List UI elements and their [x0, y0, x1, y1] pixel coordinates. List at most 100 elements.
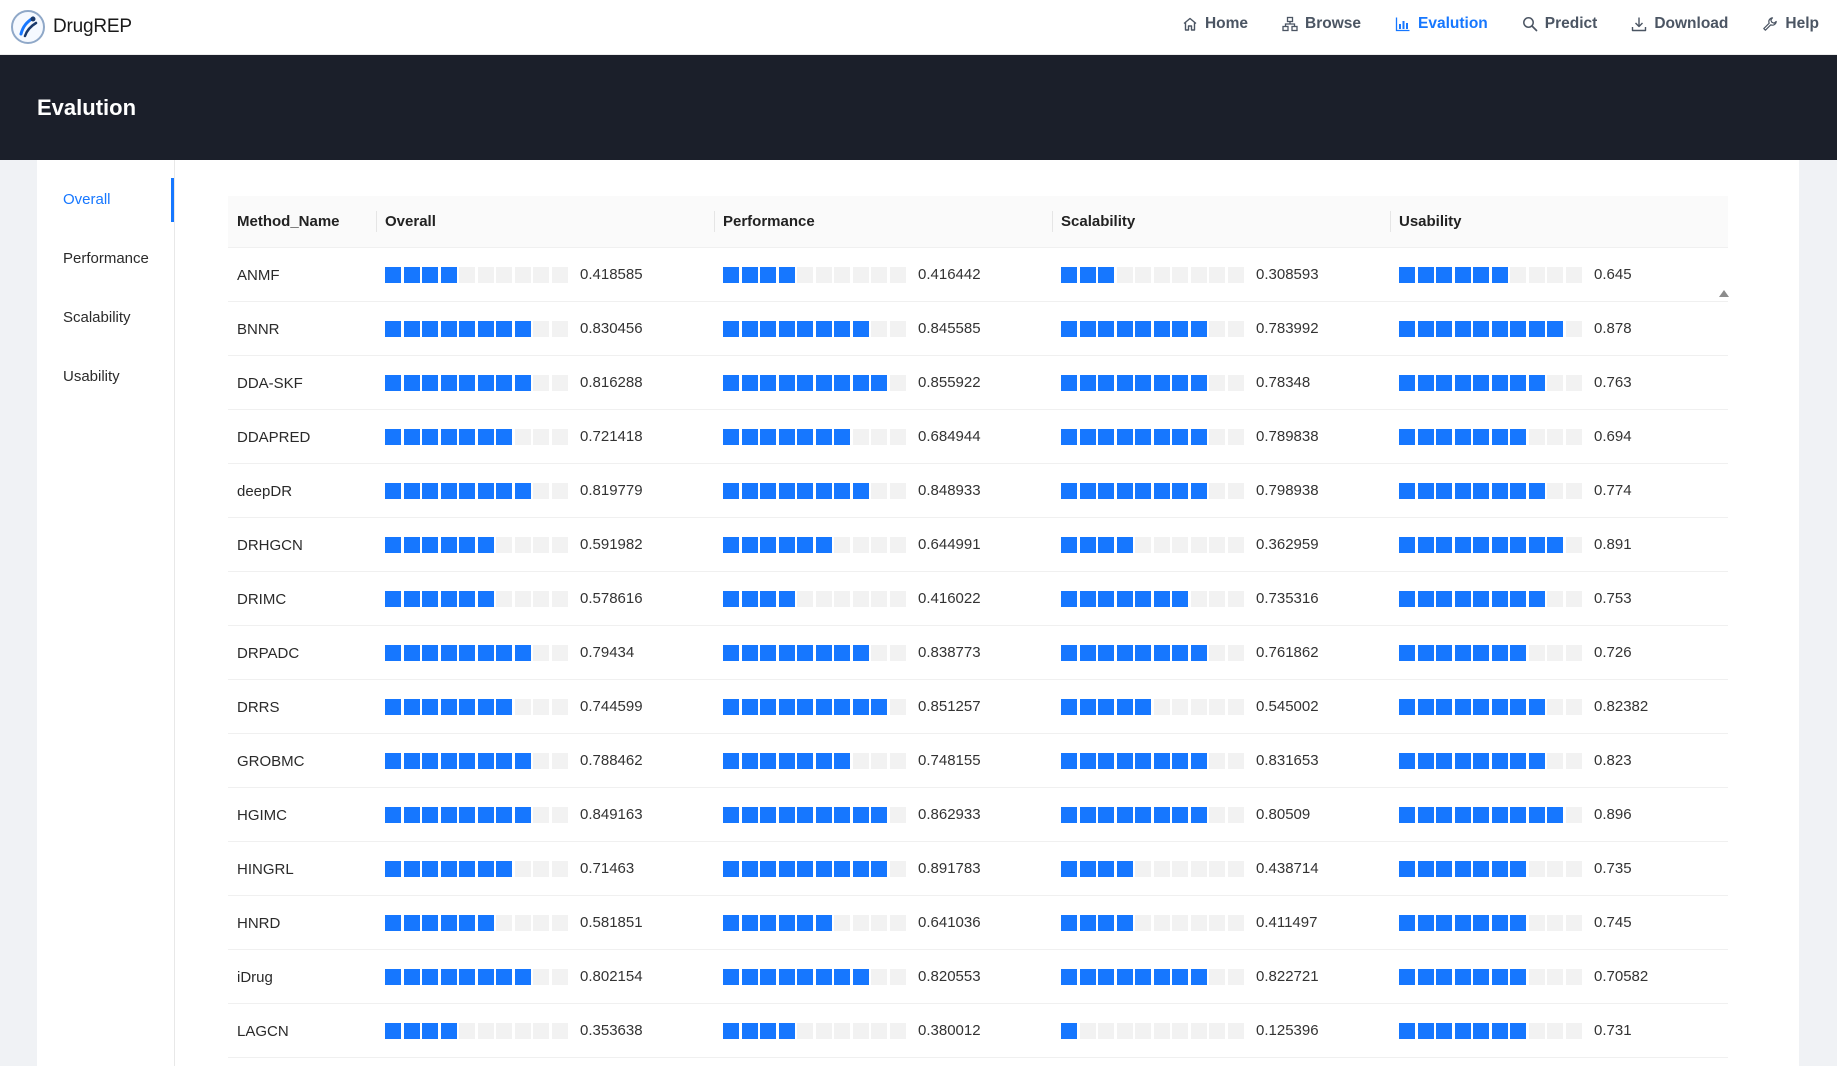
- progress-segment-empty: [889, 428, 906, 445]
- nav-help[interactable]: Help: [1762, 15, 1819, 33]
- overall-score-cell: 0.744599: [376, 679, 714, 734]
- scroll-up-arrow-icon[interactable]: [1719, 290, 1729, 297]
- table-row[interactable]: HINGRL 0.71463 0.891783 0.438714 0.735: [228, 841, 1728, 896]
- progress-segment-filled: [1417, 752, 1434, 769]
- column-header-scalability[interactable]: Scalability: [1052, 196, 1390, 248]
- progress-segment-filled: [477, 482, 494, 499]
- method-name-cell: HINGRL: [228, 841, 376, 896]
- progress-segment-filled: [496, 698, 512, 715]
- usability-score: 0.735: [1399, 860, 1719, 877]
- progress-segment-filled: [1098, 752, 1114, 769]
- side-item-overall[interactable]: Overall: [37, 178, 174, 222]
- progress-segment-filled: [440, 374, 457, 391]
- column-header-usability[interactable]: Usability: [1390, 196, 1728, 248]
- table-row[interactable]: DRIMC 0.578616 0.416022 0.735316 0.753: [228, 571, 1728, 626]
- performance-score-value: 0.748155: [918, 752, 981, 769]
- performance-score-value: 0.845585: [918, 320, 981, 337]
- progress-segment-filled: [1172, 644, 1188, 661]
- performance-score-cell: 0.848933: [714, 463, 1052, 518]
- usability-score: 0.878: [1399, 320, 1719, 337]
- scalability-score-cell: 0.735316: [1052, 571, 1390, 626]
- column-header-method-name[interactable]: Method_Name: [228, 196, 376, 248]
- progress-segment-filled: [1454, 1022, 1471, 1039]
- table-row[interactable]: GROBMC 0.788462 0.748155 0.831653 0.823: [228, 733, 1728, 788]
- table-row[interactable]: DRHGCN 0.591982 0.644991 0.362959 0.891: [228, 517, 1728, 572]
- table-row[interactable]: DRPADC 0.79434 0.838773 0.761862 0.726: [228, 625, 1728, 680]
- table-row[interactable]: ANMF 0.418585 0.416442 0.308593 0.645: [228, 247, 1728, 302]
- progress-segment-empty: [1565, 806, 1582, 823]
- progress-segment-filled: [1417, 482, 1434, 499]
- table-row[interactable]: iDrug 0.802154 0.820553 0.822721 0.70582: [228, 949, 1728, 1004]
- overall-progress-bar: [385, 752, 570, 769]
- progress-segment-filled: [1079, 860, 1096, 877]
- progress-segment-filled: [1135, 752, 1151, 769]
- usability-progress-bar: [1399, 428, 1584, 445]
- table-row[interactable]: deepDR 0.819779 0.848933 0.798938 0.774: [228, 463, 1728, 518]
- overall-score-cell: 0.578616: [376, 571, 714, 626]
- progress-segment-filled: [1436, 698, 1452, 715]
- progress-segment-filled: [1473, 1022, 1489, 1039]
- performance-score: 0.855922: [723, 374, 1043, 391]
- usability-score-cell: 0.731: [1390, 1003, 1728, 1058]
- progress-segment-filled: [385, 536, 401, 553]
- performance-score-cell: 0.380012: [714, 1003, 1052, 1058]
- progress-segment-filled: [1135, 698, 1151, 715]
- progress-segment-filled: [723, 860, 739, 877]
- progress-segment-filled: [1436, 320, 1452, 337]
- progress-segment-filled: [1417, 428, 1434, 445]
- performance-score-value: 0.891783: [918, 860, 981, 877]
- nav-predict[interactable]: Predict: [1522, 15, 1597, 33]
- scalability-progress-bar: [1061, 914, 1246, 931]
- column-header-performance[interactable]: Performance: [714, 196, 1052, 248]
- table-row[interactable]: MBiRW0.7841390.8114150.8034740.66364: [228, 1057, 1728, 1066]
- nav-browse[interactable]: Browse: [1282, 15, 1361, 33]
- progress-segment-filled: [1491, 698, 1508, 715]
- progress-segment-filled: [1098, 266, 1114, 283]
- table-row[interactable]: BNNR 0.830456 0.845585 0.783992 0.878: [228, 301, 1728, 356]
- side-item-scalability[interactable]: Scalability: [37, 296, 174, 340]
- performance-progress-bar: [723, 698, 908, 715]
- progress-segment-filled: [422, 590, 438, 607]
- table-row[interactable]: HGIMC 0.849163 0.862933 0.80509 0.896: [228, 787, 1728, 842]
- table-row[interactable]: DDA-SKF 0.816288 0.855922 0.78348 0.763: [228, 355, 1728, 410]
- progress-segment-filled: [477, 320, 494, 337]
- scalability-score-value: 0.789838: [1256, 428, 1319, 445]
- performance-progress-bar: [723, 968, 908, 985]
- progress-segment-filled: [797, 374, 813, 391]
- progress-segment-empty: [889, 590, 906, 607]
- progress-segment-filled: [1417, 266, 1434, 283]
- performance-progress-bar: [723, 806, 908, 823]
- brand[interactable]: DrugREP: [11, 7, 132, 47]
- side-item-usability[interactable]: Usability: [37, 355, 174, 399]
- progress-segment-empty: [1209, 374, 1225, 391]
- column-header-overall[interactable]: Overall: [376, 196, 714, 248]
- progress-segment-filled: [1510, 536, 1526, 553]
- scalability-progress-bar: [1061, 968, 1246, 985]
- progress-segment-empty: [1209, 482, 1225, 499]
- progress-segment-filled: [1172, 590, 1188, 607]
- progress-segment-empty: [889, 806, 906, 823]
- progress-segment-filled: [1491, 320, 1508, 337]
- table-row[interactable]: DRRS 0.744599 0.851257 0.545002 0.82382: [228, 679, 1728, 734]
- progress-segment-filled: [403, 266, 420, 283]
- side-item-performance[interactable]: Performance: [37, 237, 174, 281]
- nav-home[interactable]: Home: [1182, 15, 1248, 33]
- progress-segment-filled: [403, 590, 420, 607]
- progress-segment-empty: [514, 860, 531, 877]
- table-row[interactable]: HNRD 0.581851 0.641036 0.411497 0.745: [228, 895, 1728, 950]
- nav-evalution[interactable]: Evalution: [1395, 15, 1488, 33]
- overall-score: 0.788462: [385, 752, 705, 769]
- progress-segment-empty: [551, 1022, 568, 1039]
- nav-download[interactable]: Download: [1631, 15, 1728, 33]
- progress-segment-filled: [1417, 860, 1434, 877]
- evaluation-table-container[interactable]: Method_Name Overall Performance Scalabil…: [228, 196, 1768, 1066]
- progress-segment-filled: [1116, 590, 1133, 607]
- progress-segment-empty: [852, 536, 869, 553]
- table-row[interactable]: DDAPRED 0.721418 0.684944 0.789838 0.694: [228, 409, 1728, 464]
- progress-segment-filled: [778, 428, 795, 445]
- progress-segment-filled: [1116, 536, 1133, 553]
- table-row[interactable]: LAGCN 0.353638 0.380012 0.125396 0.731: [228, 1003, 1728, 1058]
- progress-segment-filled: [422, 320, 438, 337]
- progress-segment-filled: [1061, 428, 1077, 445]
- progress-segment-filled: [403, 968, 420, 985]
